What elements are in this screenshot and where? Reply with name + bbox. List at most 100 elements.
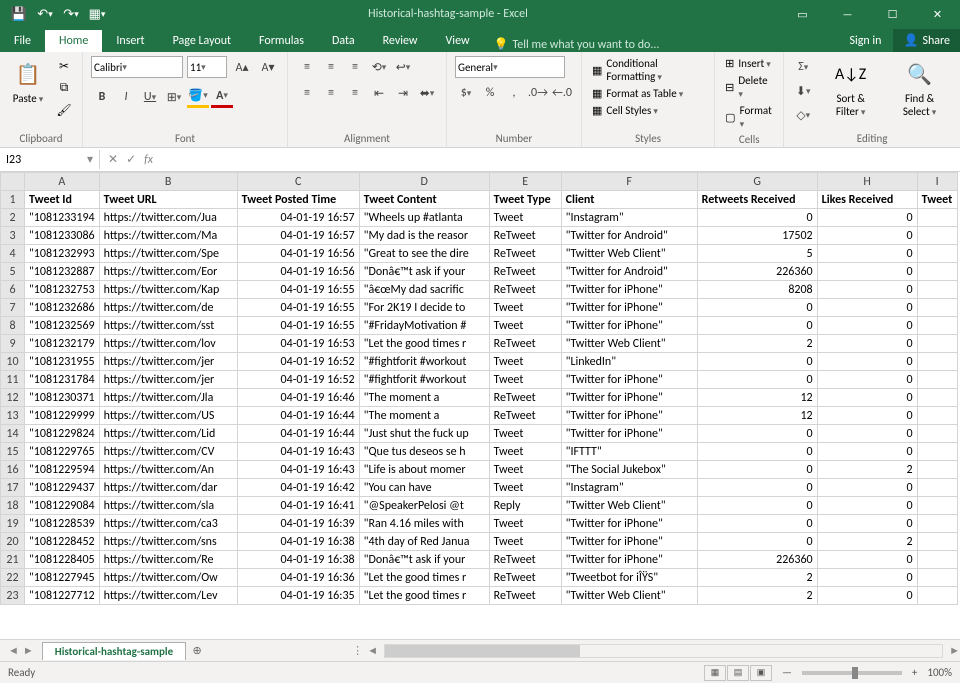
cell[interactable]: "4th day of Red Janua [359, 533, 489, 551]
format-painter-button[interactable]: 🖌 [54, 100, 74, 120]
cell[interactable] [917, 299, 957, 317]
cell[interactable]: Tweet [489, 425, 561, 443]
cancel-formula-icon[interactable]: ✕ [108, 152, 118, 167]
cell[interactable]: "1081229824 [25, 425, 100, 443]
cell[interactable]: "Donâ€™t ask if your [359, 551, 489, 569]
cell[interactable]: 2 [817, 461, 917, 479]
cell[interactable]: 04-01-19 16:56 [237, 245, 359, 263]
row-header[interactable]: 18 [1, 497, 25, 515]
cell[interactable]: 12 [697, 407, 817, 425]
format-as-table-button[interactable]: ▦Format as Table [590, 86, 706, 101]
align-middle-button[interactable]: ≡ [320, 56, 342, 78]
cell[interactable]: "1081229999 [25, 407, 100, 425]
cell[interactable]: 0 [697, 479, 817, 497]
cell[interactable]: Tweet [489, 515, 561, 533]
cell[interactable]: "Twitter for iPhone" [561, 371, 697, 389]
cell[interactable]: "Twitter for Android" [561, 263, 697, 281]
cell[interactable] [917, 425, 957, 443]
share-button[interactable]: 👤 Share [893, 29, 960, 52]
cell[interactable]: 0 [697, 497, 817, 515]
cell[interactable]: https://twitter.com/Jla [99, 389, 237, 407]
cell[interactable] [917, 335, 957, 353]
sheet-tab[interactable]: Historical-hashtag-sample [42, 642, 186, 660]
cell[interactable]: https://twitter.com/sla [99, 497, 237, 515]
cell[interactable] [917, 515, 957, 533]
cell[interactable]: 2 [817, 533, 917, 551]
insert-cells-button[interactable]: ⊞Insert [723, 56, 775, 71]
align-bottom-button[interactable]: ≡ [344, 56, 366, 78]
cell[interactable]: https://twitter.com/CV [99, 443, 237, 461]
cell[interactable]: 04-01-19 16:55 [237, 281, 359, 299]
cell[interactable]: https://twitter.com/jer [99, 371, 237, 389]
copy-button[interactable]: ⧉ [54, 78, 74, 98]
row-header[interactable]: 8 [1, 317, 25, 335]
cell[interactable] [917, 353, 957, 371]
cell[interactable]: "LinkedIn" [561, 353, 697, 371]
cell[interactable]: "#fightforit #workout [359, 371, 489, 389]
cell[interactable]: 0 [817, 551, 917, 569]
cell[interactable] [917, 317, 957, 335]
cell[interactable]: Tweet [489, 371, 561, 389]
cell[interactable] [917, 389, 957, 407]
cell[interactable]: Likes Received [817, 191, 917, 209]
select-all-cell[interactable] [1, 173, 25, 191]
row-header[interactable]: 20 [1, 533, 25, 551]
row-header[interactable]: 19 [1, 515, 25, 533]
cell[interactable]: 0 [697, 461, 817, 479]
cell[interactable]: 0 [697, 353, 817, 371]
row-header[interactable]: 9 [1, 335, 25, 353]
column-header[interactable]: F [561, 173, 697, 191]
cell[interactable]: "1081229084 [25, 497, 100, 515]
row-header[interactable]: 21 [1, 551, 25, 569]
cell[interactable]: 0 [697, 299, 817, 317]
fx-icon[interactable]: fx [144, 153, 153, 167]
cell[interactable]: 0 [697, 425, 817, 443]
cell[interactable]: "Instagram" [561, 209, 697, 227]
cell[interactable]: 04-01-19 16:38 [237, 533, 359, 551]
cell[interactable]: Reply [489, 497, 561, 515]
view-normal-button[interactable]: ▦ [704, 665, 726, 681]
autosum-button[interactable]: Σ [792, 56, 814, 78]
sign-in-button[interactable]: Sign in [837, 30, 893, 52]
row-header[interactable]: 13 [1, 407, 25, 425]
column-header[interactable]: I [917, 173, 957, 191]
cell[interactable]: "Twitter for Android" [561, 227, 697, 245]
cell[interactable]: "1081232993 [25, 245, 100, 263]
customize-qat-button[interactable]: ▦ [86, 3, 108, 25]
cell[interactable]: 8208 [697, 281, 817, 299]
cell[interactable]: Tweet Id [25, 191, 100, 209]
cell[interactable]: "Twitter for iPhone" [561, 551, 697, 569]
cell[interactable]: 04-01-19 16:36 [237, 569, 359, 587]
cell[interactable]: 04-01-19 16:43 [237, 461, 359, 479]
cell[interactable]: 2 [697, 569, 817, 587]
zoom-out-button[interactable]: — [782, 666, 792, 679]
cell[interactable] [917, 587, 957, 605]
cell[interactable]: "1081232887 [25, 263, 100, 281]
cell[interactable]: 0 [817, 245, 917, 263]
increase-decimal-button[interactable]: .0→ [527, 82, 549, 104]
cell[interactable]: 04-01-19 16:42 [237, 479, 359, 497]
cell[interactable]: ReTweet [489, 281, 561, 299]
cell[interactable]: 04-01-19 16:52 [237, 371, 359, 389]
wrap-text-button[interactable]: ↩ [392, 56, 414, 78]
cell[interactable]: "Twitter for iPhone" [561, 317, 697, 335]
cell[interactable]: 226360 [697, 263, 817, 281]
cell[interactable]: "1081233194 [25, 209, 100, 227]
align-center-button[interactable]: ≡ [320, 82, 342, 104]
font-size-select[interactable]: 11 [187, 56, 227, 78]
cell[interactable]: "Just shut the fuck up [359, 425, 489, 443]
cell[interactable]: "Twitter Web Client" [561, 245, 697, 263]
cell[interactable]: "#FridayMotivation # [359, 317, 489, 335]
horizontal-scrollbar[interactable] [384, 644, 943, 658]
cell[interactable]: "Twitter for iPhone" [561, 299, 697, 317]
cell[interactable]: "My dad is the reasor [359, 227, 489, 245]
increase-font-button[interactable]: A▴ [231, 56, 253, 78]
cell[interactable]: "#fightforit #workout [359, 353, 489, 371]
cell[interactable] [917, 443, 957, 461]
zoom-slider[interactable] [802, 671, 902, 675]
cell[interactable]: "1081228405 [25, 551, 100, 569]
cell[interactable]: 0 [817, 353, 917, 371]
decrease-decimal-button[interactable]: ←.0 [551, 82, 573, 104]
cell[interactable]: ReTweet [489, 263, 561, 281]
cell[interactable]: ReTweet [489, 407, 561, 425]
